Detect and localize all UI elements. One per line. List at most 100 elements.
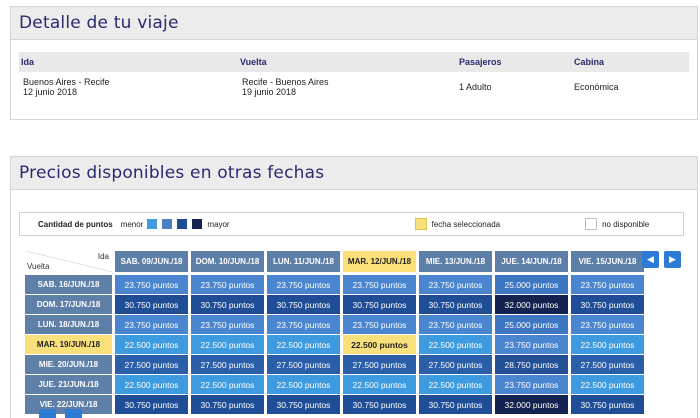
legend-swatch-3 xyxy=(176,218,189,230)
price-cell[interactable]: 22.500 puntos xyxy=(419,375,492,394)
price-cell[interactable]: 22.500 puntos xyxy=(191,375,264,394)
price-cell[interactable]: 23.750 puntos xyxy=(571,315,644,334)
trip-detail-header: Detalle de tu viaje xyxy=(11,7,697,40)
price-cell[interactable]: 30.750 puntos xyxy=(343,295,416,314)
legend-mayor: mayor xyxy=(207,219,230,229)
price-cell[interactable]: 27.500 puntos xyxy=(343,355,416,374)
price-cell[interactable]: 23.750 puntos xyxy=(571,275,644,294)
price-cell[interactable]: 30.750 puntos xyxy=(419,395,492,414)
trip-detail-panel: Detalle de tu viaje Ida Vuelta Pasajeros… xyxy=(10,6,698,120)
date-column-header[interactable]: LUN. 11/JUN./18 xyxy=(267,251,340,272)
price-row: LUN. 18/JUN./18 23.750 puntos 23.750 punto… xyxy=(25,315,647,334)
price-cell[interactable]: 22.500 puntos xyxy=(115,335,188,354)
legend-swatch-1 xyxy=(146,218,159,230)
price-cell[interactable]: 30.750 puntos xyxy=(115,395,188,414)
price-cell[interactable]: 23.750 puntos xyxy=(343,315,416,334)
corner-vuelta-label: Vuelta xyxy=(27,262,50,271)
price-cell[interactable]: 22.500 puntos xyxy=(267,335,340,354)
date-column-header[interactable]: JUE. 14/JUN./18 xyxy=(495,251,568,272)
date-column-header[interactable]: SAB. 09/JUN./18 xyxy=(115,251,188,272)
chevron-left-icon: ◀ xyxy=(647,254,654,264)
header-ida: Ida xyxy=(21,57,35,67)
price-row: DOM. 17/JUN./18 30.750 puntos 30.750 punto… xyxy=(25,295,647,314)
return-date-header[interactable]: MAR. 19/JUN./18 xyxy=(25,335,112,354)
price-cell[interactable]: 28.750 puntos xyxy=(495,355,568,374)
price-cell[interactable]: 23.750 puntos xyxy=(419,275,492,294)
price-cell[interactable]: 23.750 puntos xyxy=(495,335,568,354)
legend-swatch-4 xyxy=(191,218,204,230)
price-row: SAB. 16/JUN./18 23.750 puntos 23.750 punto… xyxy=(25,275,647,294)
prev-return-dates-button[interactable] xyxy=(39,409,56,418)
price-cell[interactable]: 30.750 puntos xyxy=(419,295,492,314)
price-cell[interactable]: 30.750 puntos xyxy=(267,395,340,414)
price-cell[interactable]: 22.500 puntos xyxy=(571,375,644,394)
price-cell[interactable]: 30.750 puntos xyxy=(343,395,416,414)
ida-route: Buenos Aires - Recife xyxy=(23,77,110,87)
price-cell[interactable]: 23.750 puntos xyxy=(191,275,264,294)
price-cell[interactable]: 23.750 puntos xyxy=(343,275,416,294)
pasajeros-value: 1 Adulto xyxy=(459,82,492,92)
price-cell[interactable]: 30.750 puntos xyxy=(267,295,340,314)
price-cell[interactable]: 30.750 puntos xyxy=(571,295,644,314)
trip-table-row: Buenos Aires - Recife 12 junio 2018 Reci… xyxy=(19,72,689,97)
date-column-header[interactable]: DOM. 10/JUN./18 xyxy=(191,251,264,272)
return-date-header[interactable]: MIE. 20/JUN./18 xyxy=(25,355,112,374)
price-cell[interactable]: 23.750 puntos xyxy=(419,315,492,334)
header-cabina: Cabina xyxy=(574,57,605,67)
vuelta-cell: Recife - Buenos Aires 19 junio 2018 xyxy=(238,77,457,97)
price-cell[interactable]: 27.500 puntos xyxy=(267,355,340,374)
price-cell[interactable]: 30.750 puntos xyxy=(191,295,264,314)
price-cell[interactable]: 30.750 puntos xyxy=(115,295,188,314)
date-column-header[interactable]: MAR. 12/JUN./18 xyxy=(343,251,416,272)
price-cell[interactable]: 32.000 puntos xyxy=(495,295,568,314)
legend-label: Cantidad de puntos xyxy=(38,219,113,229)
trip-detail-title: Detalle de tu viaje xyxy=(19,13,179,33)
price-row: MIE. 20/JUN./18 27.500 puntos 27.500 punto… xyxy=(25,355,647,374)
price-cell[interactable]: 23.750 puntos xyxy=(191,315,264,334)
next-dates-button[interactable]: ▶ xyxy=(664,251,681,268)
prices-header: Precios disponibles en otras fechas xyxy=(11,157,697,190)
cabina-value: Económica xyxy=(574,82,619,92)
price-cell[interactable]: 30.750 puntos xyxy=(191,395,264,414)
price-cell[interactable]: 25.000 puntos xyxy=(495,275,568,294)
price-cell[interactable]: 27.500 puntos xyxy=(571,355,644,374)
price-cell[interactable]: 22.500 puntos xyxy=(115,375,188,394)
price-cell[interactable]: 27.500 puntos xyxy=(115,355,188,374)
ida-date: 12 junio 2018 xyxy=(23,87,78,97)
prices-title: Precios disponibles en otras fechas xyxy=(19,163,325,183)
price-cell[interactable]: 27.500 puntos xyxy=(191,355,264,374)
price-cell[interactable]: 22.500 puntos xyxy=(571,335,644,354)
price-cell[interactable]: 23.750 puntos xyxy=(267,315,340,334)
price-cell-selected[interactable]: 22.500 puntos xyxy=(343,335,416,354)
price-cell[interactable]: 30.750 puntos xyxy=(571,395,644,414)
prev-dates-button[interactable]: ◀ xyxy=(642,251,659,268)
return-date-header[interactable]: JUE. 21/JUN./18 xyxy=(25,375,112,394)
legend-unavailable-text: no disponible xyxy=(602,219,650,229)
vuelta-route: Recife - Buenos Aires xyxy=(242,77,329,87)
price-cell[interactable]: 22.500 puntos xyxy=(191,335,264,354)
price-cell[interactable]: 22.500 puntos xyxy=(267,375,340,394)
price-cell[interactable]: 23.750 puntos xyxy=(267,275,340,294)
date-column-header[interactable]: VIE. 15/JUN./18 xyxy=(571,251,644,272)
price-cell[interactable]: 32.000 puntos xyxy=(495,395,568,414)
return-date-header[interactable]: SAB. 16/JUN./18 xyxy=(25,275,112,294)
corner-ida-label: Ida xyxy=(97,252,109,261)
return-date-header[interactable]: LUN. 18/JUN./18 xyxy=(25,315,112,334)
prices-panel: Precios disponibles en otras fechas Cant… xyxy=(10,156,698,418)
price-cell[interactable]: 27.500 puntos xyxy=(419,355,492,374)
price-cell[interactable]: 23.750 puntos xyxy=(495,375,568,394)
price-cell[interactable]: 22.500 puntos xyxy=(343,375,416,394)
next-return-dates-button[interactable] xyxy=(65,409,82,418)
price-grid: Ida Vuelta SAB. 09/JUN./18 DOM. 10/JUN./1… xyxy=(25,251,647,415)
price-row: VIE. 22/JUN./18 30.750 puntos 30.750 punto… xyxy=(25,395,647,414)
ida-cell: Buenos Aires - Recife 12 junio 2018 xyxy=(19,77,238,97)
legend-menor: menor xyxy=(120,219,144,229)
price-cell[interactable]: 25.000 puntos xyxy=(495,315,568,334)
price-cell[interactable]: 23.750 puntos xyxy=(115,315,188,334)
price-row: MAR. 19/JUN./18 22.500 puntos 22.500 punto… xyxy=(25,335,647,354)
price-cell[interactable]: 22.500 puntos xyxy=(419,335,492,354)
price-cell[interactable]: 23.750 puntos xyxy=(115,275,188,294)
date-column-header[interactable]: MIE. 13/JUN./18 xyxy=(419,251,492,272)
return-date-header[interactable]: DOM. 17/JUN./18 xyxy=(25,295,112,314)
trip-table: Ida Vuelta Pasajeros Cabina Buenos Aires… xyxy=(19,52,689,97)
